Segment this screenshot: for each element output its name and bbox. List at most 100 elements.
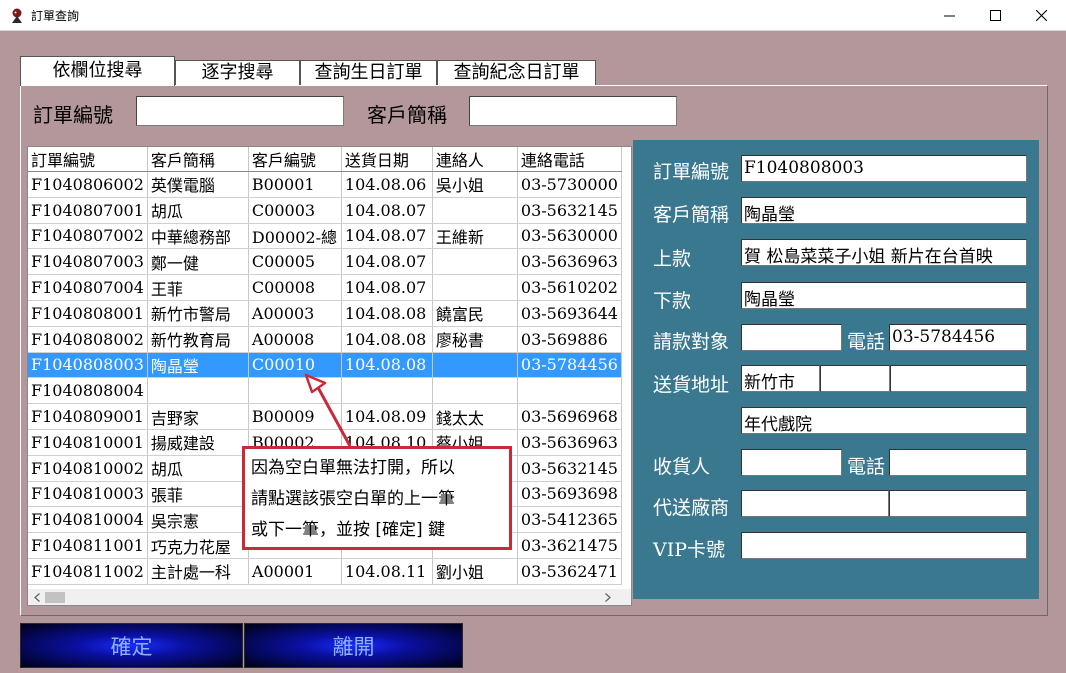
table-row[interactable]: F1040806002 英僕電腦 B00001 104.08.06 吳小姐 03-5730…: [28, 171, 622, 198]
detail-receiver-field[interactable]: [741, 449, 842, 476]
table-cell[interactable]: 104.08.08: [341, 300, 433, 327]
detail-phone-field[interactable]: 03-5784456: [889, 324, 1027, 351]
horizontal-scroll-thumb[interactable]: [45, 592, 65, 603]
column-header[interactable]: 送貨日期: [341, 147, 433, 172]
scroll-left-icon[interactable]: [28, 589, 45, 605]
table-cell[interactable]: 王菲: [147, 274, 249, 301]
table-cell[interactable]: 吳宗憲: [147, 506, 249, 534]
table-cell[interactable]: 03-5696968: [517, 403, 622, 430]
table-cell[interactable]: F1040806002: [28, 171, 148, 198]
table-cell[interactable]: 104.08.07: [341, 274, 433, 301]
detail-lower-field[interactable]: 陶晶瑩: [741, 282, 1027, 309]
table-row[interactable]: F1040807001 胡瓜 C00003 104.08.07 03-5632145: [28, 197, 622, 224]
detail-address-city-field[interactable]: 新竹市: [741, 365, 820, 392]
detail-agent-field-2[interactable]: [889, 490, 1027, 517]
table-row[interactable]: F1040808001 新竹市警局 A00003 104.08.08 饒富民 03-569…: [28, 300, 622, 327]
table-cell[interactable]: [432, 352, 518, 379]
table-cell[interactable]: 巧克力花屋: [147, 532, 249, 559]
table-cell[interactable]: 104.08.11: [341, 558, 433, 585]
detail-order-no-field[interactable]: F1040808003: [741, 155, 1027, 182]
table-cell[interactable]: 錢太太: [432, 403, 518, 430]
table-cell[interactable]: [517, 377, 622, 405]
column-header[interactable]: 連絡人: [432, 147, 518, 172]
table-cell[interactable]: 104.08.08: [341, 326, 433, 353]
table-cell[interactable]: 主計處一科: [147, 558, 249, 585]
table-cell[interactable]: F1040807004: [28, 274, 148, 301]
table-cell[interactable]: [432, 197, 518, 224]
table-cell[interactable]: 03-5730000: [517, 171, 622, 198]
table-cell[interactable]: 新竹市警局: [147, 300, 249, 327]
table-cell[interactable]: 吳小姐: [432, 171, 518, 198]
column-header[interactable]: 客戶編號: [248, 147, 342, 172]
table-cell[interactable]: 03-5636963: [517, 429, 622, 456]
table-cell[interactable]: 104.08.06: [341, 171, 433, 198]
table-cell[interactable]: 03-5412365: [517, 506, 622, 534]
minimize-button[interactable]: [926, 0, 972, 31]
table-cell[interactable]: 英僕電腦: [147, 171, 249, 198]
table-cell[interactable]: A00003: [248, 300, 342, 327]
tab-anniversary-orders[interactable]: 查詢紀念日訂單: [437, 60, 596, 86]
table-cell[interactable]: 03-5630000: [517, 223, 622, 250]
detail-customer-field[interactable]: 陶晶瑩: [741, 197, 1027, 224]
tab-birthday-orders[interactable]: 查詢生日訂單: [300, 60, 437, 86]
table-cell[interactable]: 中華總務部: [147, 223, 249, 250]
table-cell[interactable]: C00008: [248, 274, 342, 301]
table-cell[interactable]: A00001: [248, 558, 342, 585]
table-cell[interactable]: 03-5784456: [517, 352, 622, 379]
table-cell[interactable]: F1040808002: [28, 326, 148, 353]
detail-address-field-2[interactable]: [820, 365, 890, 392]
table-cell[interactable]: 饒富民: [432, 300, 518, 327]
table-cell[interactable]: 陶晶瑩: [147, 352, 249, 379]
customer-search-input[interactable]: [469, 96, 677, 126]
table-cell[interactable]: F1040811002: [28, 558, 148, 585]
table-row[interactable]: F1040807002 中華總務部 D00002-總 104.08.07 王維新 03-5…: [28, 223, 622, 250]
table-cell[interactable]: F1040807003: [28, 248, 148, 276]
table-cell[interactable]: 03-5632145: [517, 455, 622, 482]
table-cell[interactable]: 新竹教育局: [147, 326, 249, 353]
table-cell[interactable]: 廖秘書: [432, 326, 518, 353]
table-cell[interactable]: 胡瓜: [147, 197, 249, 224]
exit-button[interactable]: 離開: [244, 623, 463, 668]
maximize-button[interactable]: [972, 0, 1018, 31]
detail-upper-field[interactable]: 賀 松島菜菜子小姐 新片在台首映: [741, 239, 1027, 266]
column-header[interactable]: 連絡電話: [517, 147, 622, 172]
table-cell[interactable]: 03-3621475: [517, 532, 622, 559]
table-cell[interactable]: 胡瓜: [147, 455, 249, 482]
column-header[interactable]: 客戶簡稱: [147, 147, 249, 172]
confirm-button[interactable]: 確定: [20, 623, 243, 668]
table-cell[interactable]: D00002-總: [248, 223, 342, 250]
table-row[interactable]: F1040808002 新竹教育局 A00008 104.08.08 廖秘書 03-569…: [28, 326, 622, 353]
table-cell[interactable]: 104.08.07: [341, 197, 433, 224]
table-cell[interactable]: [432, 274, 518, 301]
table-cell[interactable]: F1040810001: [28, 429, 148, 456]
detail-billing-field[interactable]: [741, 324, 842, 351]
table-cell[interactable]: 張菲: [147, 481, 249, 508]
table-cell[interactable]: 鄭一健: [147, 248, 249, 276]
tab-field-search[interactable]: 依欄位搜尋: [20, 56, 175, 86]
table-cell[interactable]: 揚威建設: [147, 429, 249, 456]
table-cell[interactable]: 03-5693698: [517, 481, 622, 508]
table-cell[interactable]: 03-5610202: [517, 274, 622, 301]
table-cell[interactable]: B00001: [248, 171, 342, 198]
close-button[interactable]: [1018, 0, 1064, 31]
table-row[interactable]: F1040807004 王菲 C00008 104.08.07 03-5610202: [28, 274, 622, 301]
detail-address-field-3[interactable]: [890, 365, 1027, 392]
table-cell[interactable]: 03-569886: [517, 326, 622, 353]
table-cell[interactable]: [432, 377, 518, 405]
table-cell[interactable]: [432, 248, 518, 276]
table-cell[interactable]: F1040810003: [28, 481, 148, 508]
detail-vip-field[interactable]: [741, 532, 1027, 559]
tab-text-search[interactable]: 逐字搜尋: [175, 60, 300, 86]
scroll-right-icon[interactable]: [599, 589, 616, 605]
table-cell[interactable]: F1040807002: [28, 223, 148, 250]
order-no-search-input[interactable]: [136, 96, 344, 126]
table-cell[interactable]: F1040808003: [28, 352, 148, 379]
table-row[interactable]: F1040811002 主計處一科 A00001 104.08.11 劉小姐 03-536…: [28, 558, 622, 585]
table-cell[interactable]: 104.08.07: [341, 248, 433, 276]
table-row[interactable]: F1040807003 鄭一健 C00005 104.08.07 03-5636963: [28, 248, 622, 276]
detail-agent-field-1[interactable]: [741, 490, 889, 517]
table-cell[interactable]: C00003: [248, 197, 342, 224]
table-cell[interactable]: F1040809001: [28, 403, 148, 430]
table-cell[interactable]: F1040811001: [28, 532, 148, 559]
table-cell[interactable]: 劉小姐: [432, 558, 518, 585]
